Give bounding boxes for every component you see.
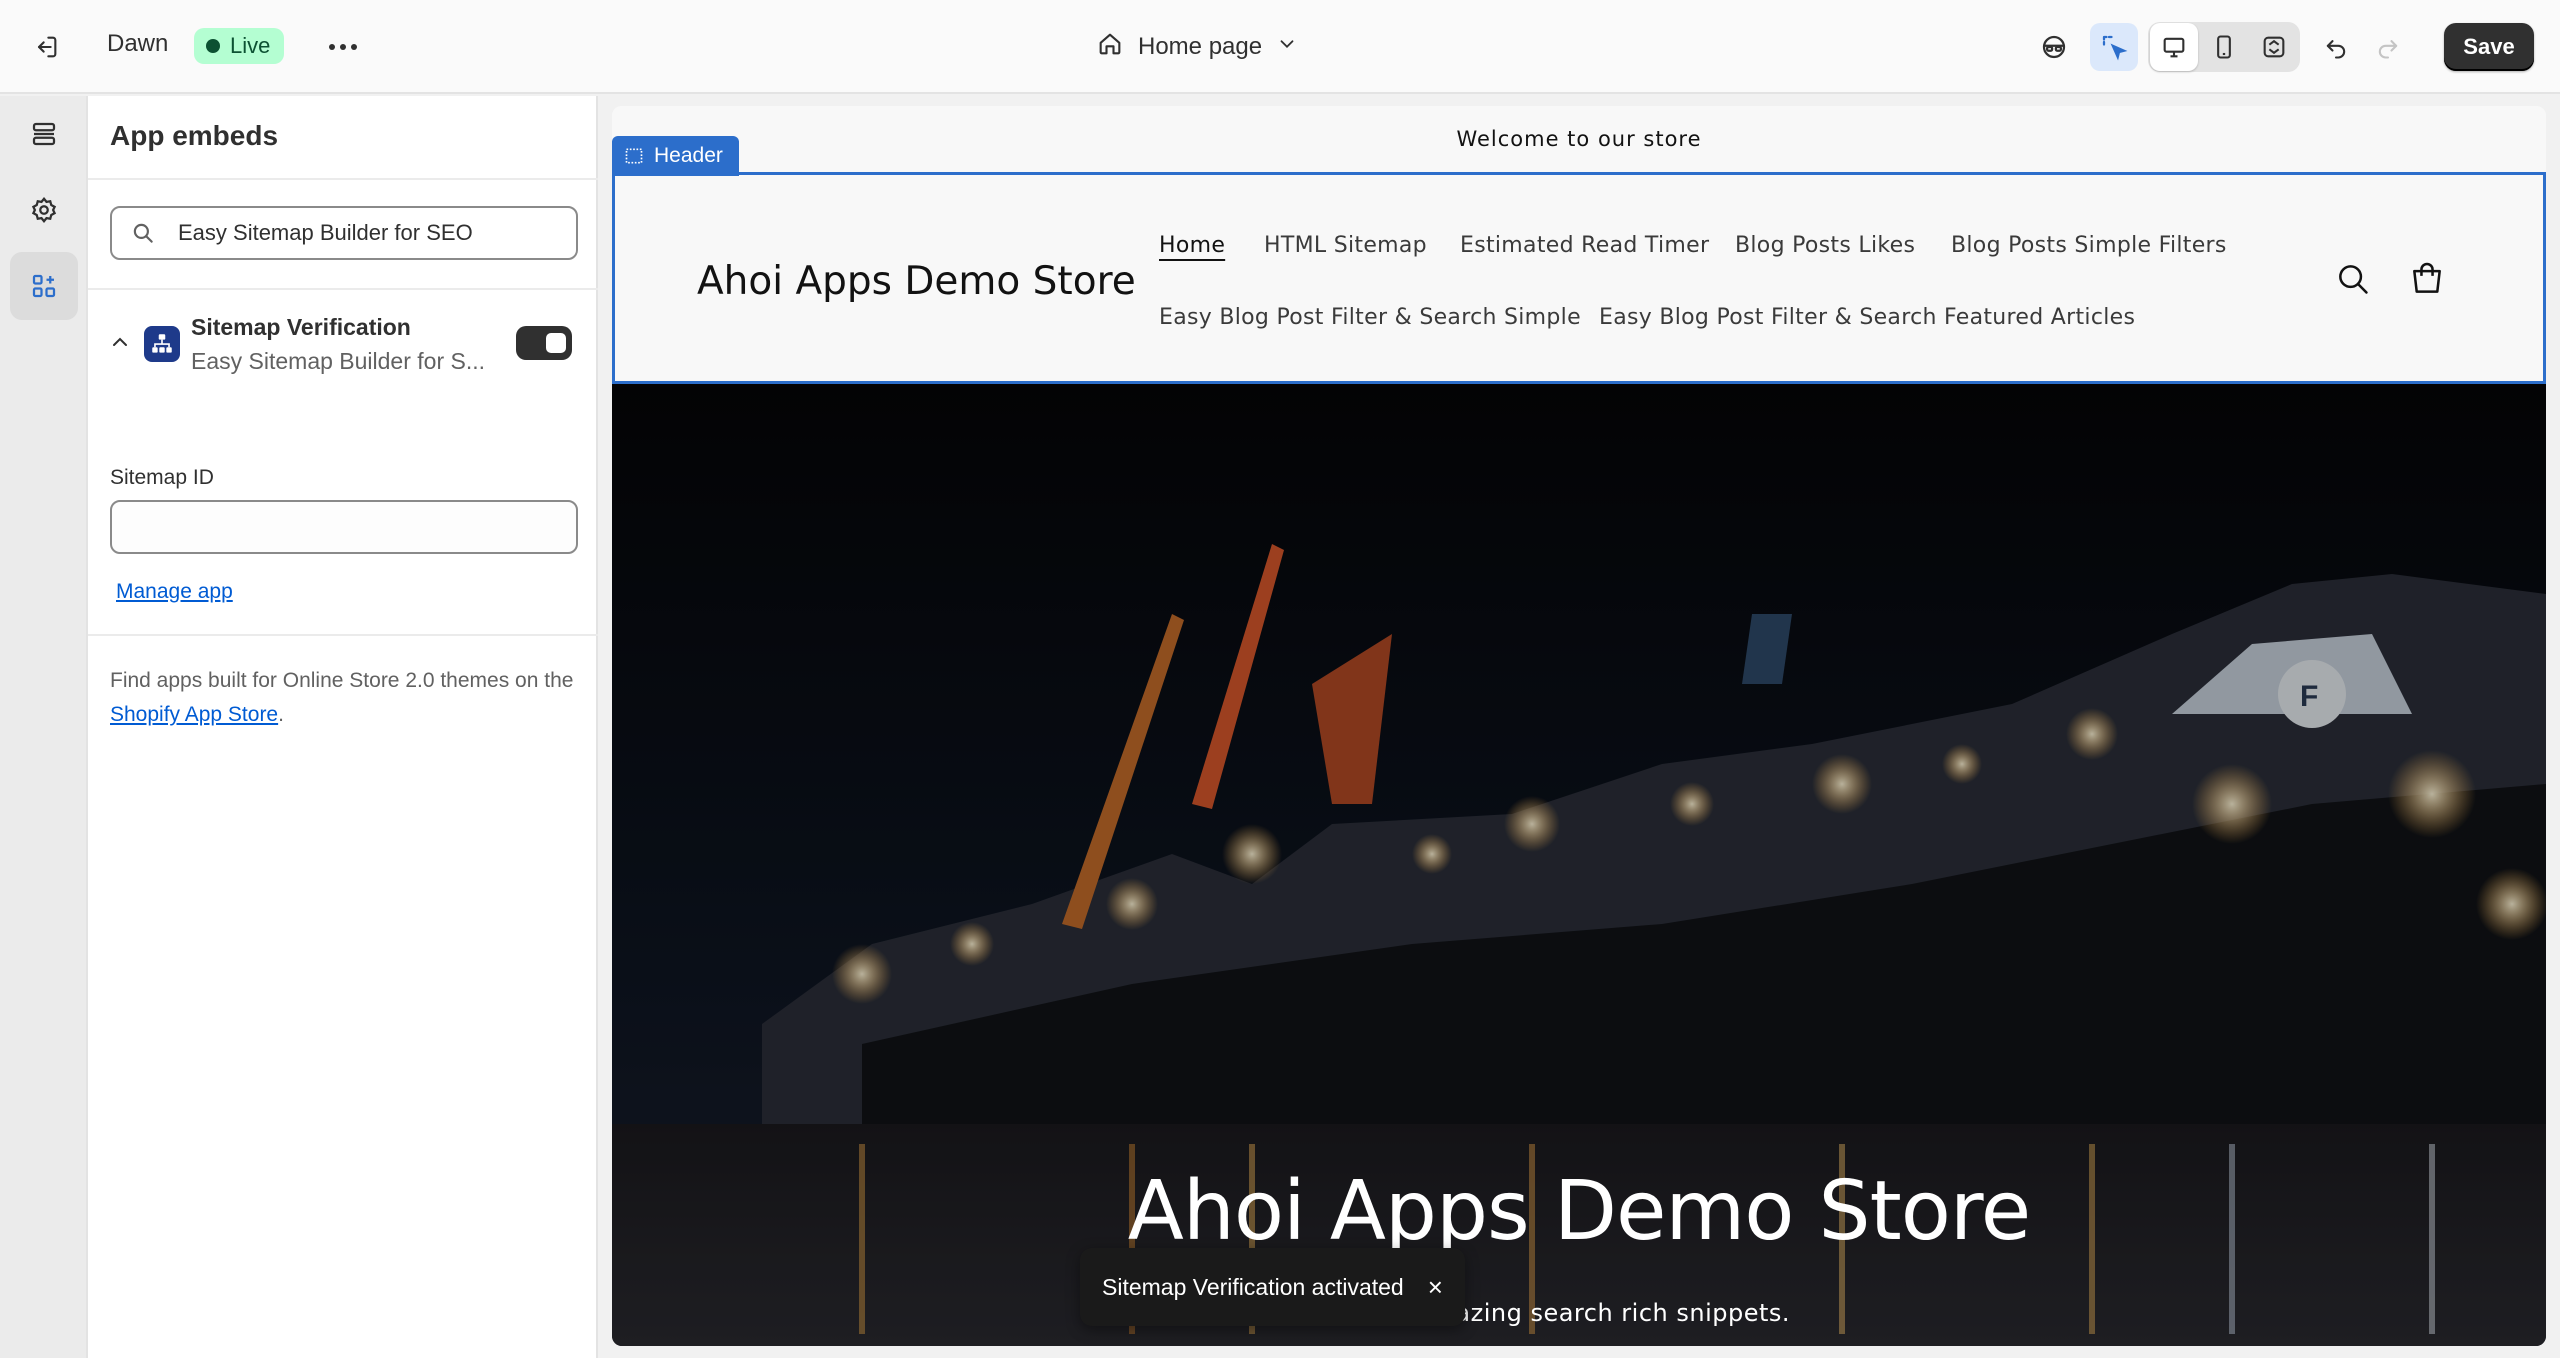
save-button[interactable]: Save (2444, 23, 2534, 71)
shopify-app-store-link[interactable]: Shopify App Store (110, 703, 278, 726)
activation-toast: Sitemap Verification activated × (1080, 1248, 1465, 1326)
announcement-bar[interactable]: Welcome to our store (612, 106, 2546, 172)
manage-app-link[interactable]: Manage app (116, 580, 233, 604)
divider (88, 634, 598, 636)
page-selector-label: Home page (1138, 33, 1263, 60)
undo-icon[interactable] (2312, 23, 2360, 71)
app-embed-item: Sitemap Verification Easy Sitemap Builde… (88, 292, 598, 412)
customer-privacy-icon[interactable] (2030, 23, 2078, 71)
search-icon (130, 220, 156, 246)
sections-icon[interactable] (10, 100, 78, 168)
embed-enable-toggle[interactable] (516, 326, 572, 360)
editor-topbar: Dawn Live Home page Save (0, 0, 2560, 94)
redo-icon[interactable] (2364, 23, 2412, 71)
sitemap-id-label: Sitemap ID (110, 466, 214, 489)
theme-name: Dawn (107, 30, 169, 57)
home-icon (1096, 30, 1124, 65)
live-dot-icon (206, 39, 220, 53)
search-input[interactable] (178, 220, 558, 246)
nav-link-blog-posts-likes[interactable]: Blog Posts Likes (1735, 233, 1915, 258)
hero-title: Ahoi Apps Demo Store (1127, 1164, 2032, 1259)
chevron-down-icon (1276, 33, 1298, 62)
app-embeds-panel: App embeds Sitemap Verification Easy Sit… (88, 96, 598, 1358)
nav-link-blog-filter-featured[interactable]: Easy Blog Post Filter & Search Featured … (1599, 305, 2135, 330)
divider (88, 288, 598, 290)
theme-settings-gear-icon[interactable] (10, 176, 78, 244)
viewport-switcher (2148, 22, 2300, 72)
exit-icon[interactable] (26, 30, 66, 64)
app-embed-search[interactable] (110, 206, 578, 260)
live-label: Live (230, 33, 271, 58)
sitemap-id-field[interactable] (110, 500, 578, 554)
toast-message: Sitemap Verification activated (1102, 1273, 1404, 1300)
section-tag-label: Header (654, 144, 723, 167)
panel-title: App embeds (110, 120, 279, 151)
store-header[interactable]: Ahoi Apps Demo Store Home HTML Sitemap E… (612, 172, 2546, 384)
embed-app-name: Easy Sitemap Builder for S... (191, 348, 486, 374)
nav-link-estimated-read-timer[interactable]: Estimated Read Timer (1460, 233, 1709, 258)
more-actions-icon[interactable] (322, 28, 364, 66)
store-logo[interactable]: Ahoi Apps Demo Store (697, 259, 1136, 304)
hero-subtitle: …n amazing search rich snippets. (1367, 1299, 1791, 1327)
page-selector[interactable]: Home page (1096, 26, 1298, 68)
store-search-icon[interactable] (2331, 257, 2375, 301)
nav-link-html-sitemap[interactable]: HTML Sitemap (1264, 233, 1427, 258)
hint-text: Find apps built for Online Store 2.0 the… (110, 669, 574, 692)
divider (88, 178, 598, 180)
nav-link-blog-filter-simple[interactable]: Easy Blog Post Filter & Search Simple (1159, 305, 1581, 330)
nav-link-home[interactable]: Home (1159, 233, 1225, 258)
fullscreen-view-icon[interactable] (2250, 23, 2298, 71)
hero-banner[interactable]: F Ahoi Apps Demo Store …n amazing search… (612, 384, 2546, 1346)
desktop-view-icon[interactable] (2150, 23, 2198, 71)
live-status-badge: Live (194, 28, 285, 64)
hint-suffix: . (278, 703, 284, 726)
editor-rail (0, 96, 88, 1358)
app-store-hint: Find apps built for Online Store 2.0 the… (110, 664, 580, 732)
section-tag[interactable]: Header (612, 136, 739, 176)
embed-name: Sitemap Verification (191, 314, 411, 340)
mobile-view-icon[interactable] (2200, 23, 2248, 71)
nav-link-blog-posts-simple-filters[interactable]: Blog Posts Simple Filters (1951, 233, 2227, 258)
app-logo-icon (144, 326, 180, 362)
close-icon[interactable]: × (1428, 1274, 1443, 1300)
app-embeds-icon[interactable] (10, 252, 78, 320)
inspector-select-icon[interactable] (2090, 23, 2138, 71)
storefront-preview: Welcome to our store Header Ahoi Apps De… (612, 106, 2546, 1346)
chevron-up-icon[interactable] (108, 330, 132, 354)
cart-icon[interactable] (2405, 257, 2449, 301)
